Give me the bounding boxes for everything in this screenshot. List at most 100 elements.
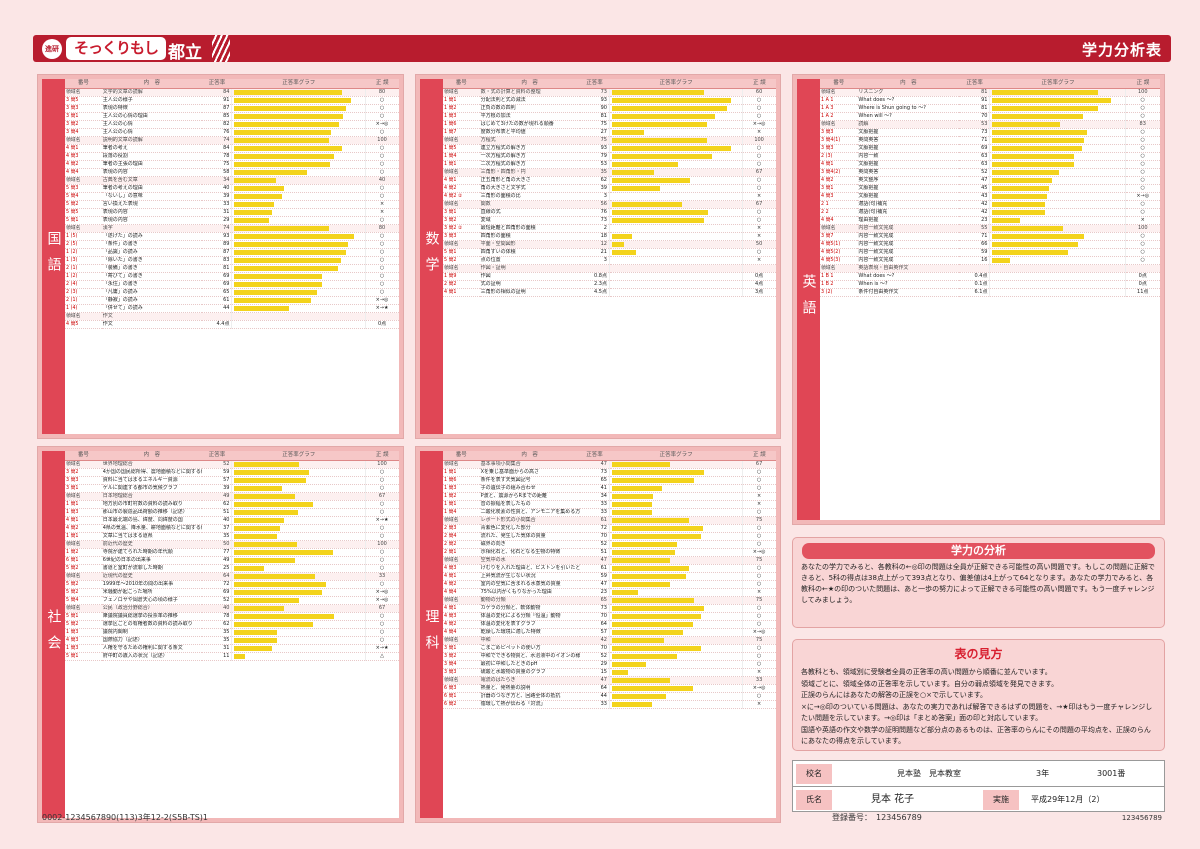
question-row: 1 (5) 「遂げた」の読み 93 ○ — [65, 232, 399, 241]
correct-rate: 39 — [201, 192, 232, 201]
question-number: 1 問4 — [443, 152, 480, 161]
result-mark: ○ — [742, 96, 776, 105]
header-content: 内 容 — [479, 451, 580, 461]
page-title: 学力分析表 — [1081, 41, 1162, 59]
correct-rate: 69 — [201, 272, 232, 281]
correct-rate: 61 — [201, 296, 232, 305]
rate-graph-cell — [231, 176, 367, 185]
rate-graph-cell — [608, 572, 744, 581]
question-row: 1 問3 人権を守るための権利に関する条文 31 ×→★ — [65, 644, 399, 653]
rate-graph-cell — [608, 676, 744, 685]
question-number: 領域名 — [820, 120, 858, 129]
correct-rate: 40 — [201, 184, 232, 193]
correct-rate: 52 — [201, 460, 232, 469]
question-content: 表現の内容 — [101, 168, 202, 177]
result-mark: ○ — [365, 548, 399, 557]
question-content: 連立方程式の解き方 — [479, 144, 580, 153]
question-content: 電流のはたらき — [479, 676, 580, 685]
question-number: 4 問3 — [443, 612, 480, 621]
rate-bar — [234, 162, 330, 168]
question-content: 書道と室町が流罪した時期 — [101, 564, 202, 573]
rate-graph-cell — [608, 176, 744, 185]
result-mark: ○ — [742, 660, 776, 669]
correct-rate: 87 — [201, 104, 232, 113]
rate-bar — [234, 234, 354, 240]
correct-rate: 25 — [201, 564, 232, 573]
result-mark: ○ — [742, 484, 776, 493]
result-mark: ○ — [1125, 256, 1160, 265]
header-no: 番号 — [65, 451, 102, 461]
registration-number: 登録番号： 123456789 — [832, 813, 922, 822]
correct-rate: 51 — [579, 548, 610, 557]
question-row: 3 問1 文脈把握 45 ○ — [820, 184, 1160, 193]
question-row: 1 A 3 Where is Shun going to ～? 81 ○ — [820, 104, 1160, 113]
correct-rate: 82 — [201, 120, 232, 129]
question-content: 内容一致文完成 — [857, 224, 960, 233]
question-number: 4 問1 — [443, 572, 480, 581]
correct-rate: 45 — [959, 184, 990, 193]
result-mark: ○ — [1125, 152, 1160, 161]
rate-graph-cell — [608, 192, 744, 201]
rate-graph-cell — [231, 564, 367, 573]
correct-rate: 93 — [201, 232, 232, 241]
domain-row: 領域名 古典を含む文章 34 40 — [65, 176, 399, 185]
correct-rate: 33 — [579, 508, 610, 517]
question-row: 3 問4(1) 英問英答 71 ○ — [820, 136, 1160, 145]
question-number: 領域名 — [443, 636, 480, 645]
rate-bar — [611, 478, 694, 484]
table-header-row: 番号内 容正答率 正答率グラフ正 誤 — [443, 79, 776, 89]
question-number: 1 問4 — [443, 508, 480, 517]
rate-graph-cell — [231, 144, 367, 153]
correct-rate: 62 — [201, 500, 232, 509]
rate-graph-cell — [231, 644, 367, 653]
question-row: 2 問2 式の証明 2.3点 4点 — [443, 280, 776, 289]
district-label: 都立 — [168, 43, 202, 63]
question-content: 作文 — [101, 320, 202, 329]
correct-rate: 73 — [579, 88, 610, 97]
rate-graph-cell — [231, 540, 367, 549]
rate-graph-cell — [989, 176, 1127, 185]
domain-row: 領域名 リスニング 81 100 — [820, 88, 1160, 97]
question-number: 領域名 — [65, 224, 102, 233]
question-number: 5 問2 — [65, 200, 102, 209]
question-content: 子の遺伝子の組み合わせ — [479, 484, 580, 493]
correct-rate: 33 — [579, 700, 610, 709]
rate-graph-cell — [608, 652, 744, 661]
correct-rate: 66 — [959, 240, 990, 249]
question-number: 1 A 3 — [820, 104, 858, 113]
legend-box: 表の見方 各教科とも、領域別に受験者全員の正答率の高い問題から順番に並んでいます… — [792, 639, 1165, 751]
rate-bar — [234, 542, 297, 548]
result-mark: 60 — [742, 88, 776, 97]
rate-bar — [611, 662, 647, 668]
result-mark: ○ — [742, 532, 776, 541]
correct-rate: 34 — [201, 176, 232, 185]
question-number: 3 問4(1) — [820, 136, 858, 145]
result-mark: ×→◎ — [365, 296, 399, 305]
result-mark: ○ — [365, 272, 399, 281]
rate-graph-cell — [608, 524, 744, 533]
question-row: 4 問2 ② 三角形の面積の比 3 × — [443, 192, 776, 201]
rate-graph-cell — [231, 208, 367, 217]
header-no: 番号 — [443, 451, 480, 461]
question-row: 3 問4 最初に中和したときのpH 29 ○ — [443, 660, 776, 669]
rate-bar — [234, 106, 346, 112]
rate-bar — [234, 654, 246, 660]
rate-graph-cell — [608, 620, 744, 629]
result-mark: 50 — [742, 240, 776, 249]
result-mark: × — [742, 232, 776, 241]
question-row: 4 問5 作文 4.4点 0点 — [65, 320, 399, 329]
rate-bar — [611, 534, 701, 540]
result-mark: ○ — [742, 564, 776, 573]
correct-rate: 4.5点 — [579, 288, 610, 297]
question-content: 内容一致文完成 — [857, 248, 960, 257]
question-number: 1 (4) — [65, 304, 102, 313]
question-number: 領域名 — [443, 596, 480, 605]
header-graph: 正答率グラフ — [609, 79, 743, 89]
rate-graph-cell — [231, 112, 367, 121]
rate-graph-cell — [231, 128, 367, 137]
domain-row: 領域名 近現代の歴史 64 33 — [65, 572, 399, 581]
correct-rate: 61 — [579, 516, 610, 525]
question-number: 領域名 — [443, 240, 480, 249]
result-mark: 100 — [1125, 88, 1160, 97]
result-mark: ○ — [365, 468, 399, 477]
